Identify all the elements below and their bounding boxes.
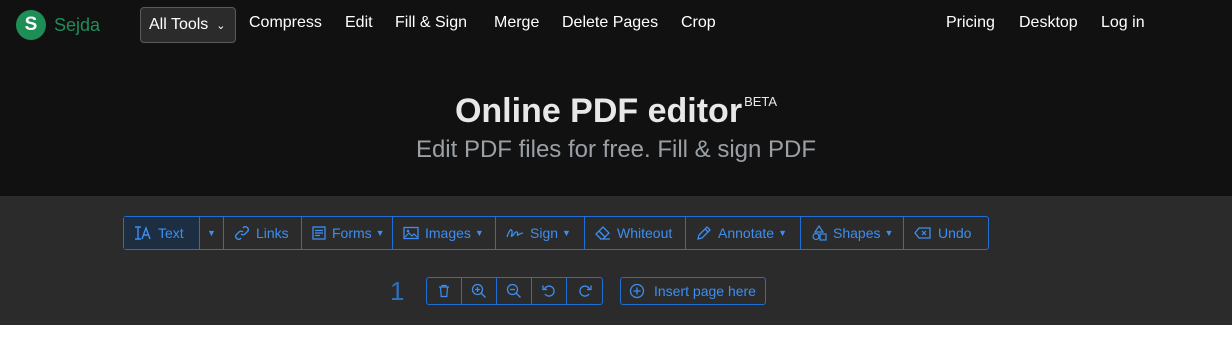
trash-icon xyxy=(437,284,451,298)
insert-page-label: Insert page here xyxy=(654,283,756,299)
all-tools-dropdown[interactable]: All Tools ⌄ xyxy=(140,7,236,43)
zoom-in-icon xyxy=(471,283,487,299)
forms-tool-button[interactable]: Forms ▼ xyxy=(302,217,393,249)
image-icon xyxy=(403,226,419,240)
nav-delete-pages[interactable]: Delete Pages xyxy=(562,14,658,32)
beta-badge: BETA xyxy=(744,94,778,109)
shapes-tool-label: Shapes xyxy=(833,225,881,241)
images-tool-label: Images xyxy=(425,225,471,241)
images-tool-button[interactable]: Images ▼ xyxy=(393,217,496,249)
rotate-left-icon xyxy=(541,283,557,299)
page-number: 1 xyxy=(390,276,405,306)
undo-button[interactable]: Undo xyxy=(904,217,988,249)
link-icon xyxy=(234,225,250,241)
signature-icon xyxy=(506,226,524,240)
page-title: Online PDF editor BETA xyxy=(0,92,1232,131)
logo-icon: S xyxy=(16,10,46,40)
eraser-icon xyxy=(595,226,611,240)
rotate-right-icon xyxy=(577,283,593,299)
nav-crop[interactable]: Crop xyxy=(681,14,716,32)
whiteout-tool-label: Whiteout xyxy=(617,225,673,241)
caret-down-icon: ▼ xyxy=(207,228,216,238)
undo-label: Undo xyxy=(938,225,972,241)
editor-toolbar-area: Text ▼ Links Forms ▼ Images ▼ Sign ▼ Whi… xyxy=(0,196,1232,325)
chevron-down-icon: ⌄ xyxy=(216,19,226,32)
rotate-right-button[interactable] xyxy=(567,278,602,304)
nav-edit[interactable]: Edit xyxy=(345,14,373,32)
caret-down-icon: ▼ xyxy=(884,228,894,238)
nav-merge[interactable]: Merge xyxy=(494,14,539,32)
zoom-out-icon xyxy=(506,283,522,299)
insert-page-button[interactable]: Insert page here xyxy=(620,277,766,305)
caret-down-icon: ▼ xyxy=(778,228,787,238)
nav-compress[interactable]: Compress xyxy=(249,14,322,32)
nav-login[interactable]: Log in xyxy=(1101,14,1145,32)
links-tool-label: Links xyxy=(256,225,289,241)
caret-down-icon: ▼ xyxy=(562,228,571,238)
sign-tool-button[interactable]: Sign ▼ xyxy=(496,217,585,249)
logo-text: Sejda xyxy=(54,14,101,35)
text-cursor-icon xyxy=(134,225,152,241)
title-text: Online PDF editor xyxy=(454,92,743,130)
sejda-logo[interactable]: S Sejda xyxy=(16,10,100,40)
nav-desktop[interactable]: Desktop xyxy=(1019,14,1078,32)
shapes-tool-button[interactable]: Shapes ▼ xyxy=(801,217,904,249)
page-subtitle: Edit PDF files for free. Fill & sign PDF xyxy=(415,136,817,163)
form-icon xyxy=(312,226,326,240)
text-tool-label: Text xyxy=(158,225,184,241)
nav-fill-sign[interactable]: Fill & Sign xyxy=(395,14,467,32)
links-tool-button[interactable]: Links xyxy=(224,217,302,249)
editor-toolbar: Text ▼ Links Forms ▼ Images ▼ Sign ▼ Whi… xyxy=(123,216,989,250)
forms-tool-label: Forms xyxy=(332,225,372,241)
caret-down-icon: ▼ xyxy=(474,228,484,238)
hero-section: Online PDF editor BETA Edit PDF files for… xyxy=(0,48,1232,196)
text-tool-button[interactable]: Text xyxy=(124,217,200,249)
top-navbar: S Sejda All Tools ⌄ Compress Edit Fill &… xyxy=(0,0,1232,48)
caret-down-icon: ▼ xyxy=(375,228,385,238)
delete-page-button[interactable] xyxy=(427,278,462,304)
nav-pricing[interactable]: Pricing xyxy=(946,14,995,32)
undo-icon xyxy=(914,226,932,240)
pen-icon xyxy=(696,225,712,241)
all-tools-label: All Tools xyxy=(149,16,209,33)
annotate-tool-button[interactable]: Annotate ▼ xyxy=(686,217,801,249)
page-tools xyxy=(426,277,603,305)
zoom-out-button[interactable] xyxy=(497,278,532,304)
annotate-tool-label: Annotate xyxy=(718,225,775,241)
rotate-left-button[interactable] xyxy=(532,278,567,304)
sign-tool-label: Sign xyxy=(530,225,559,241)
text-tool-dropdown[interactable]: ▼ xyxy=(200,217,224,249)
whiteout-tool-button[interactable]: Whiteout xyxy=(585,217,686,249)
plus-circle-icon xyxy=(629,283,645,299)
zoom-in-button[interactable] xyxy=(462,278,497,304)
shapes-icon xyxy=(811,225,827,241)
